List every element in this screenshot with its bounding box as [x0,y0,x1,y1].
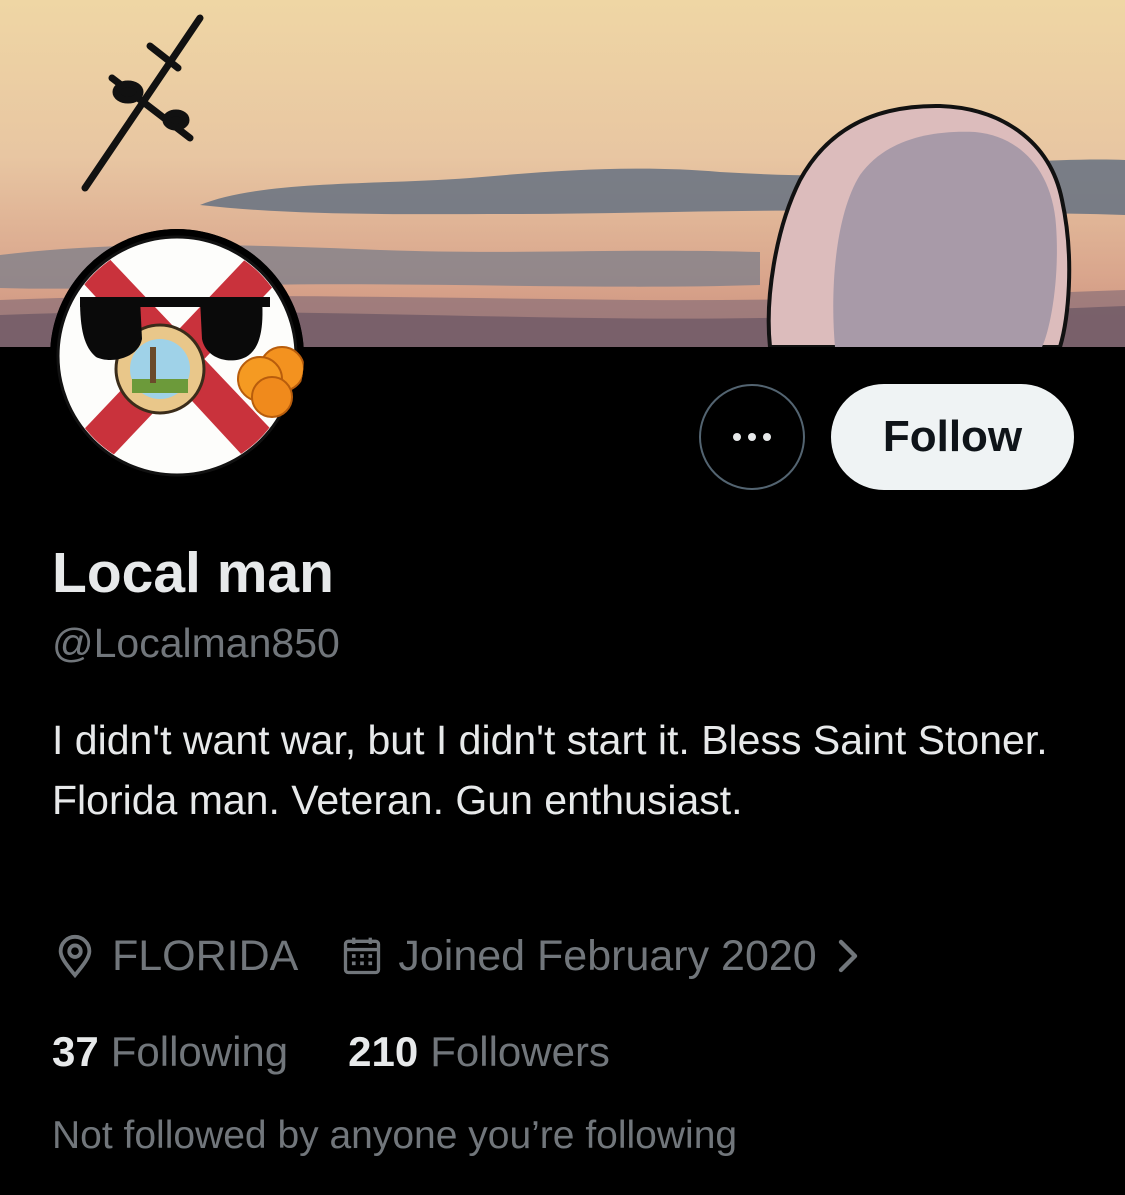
following-label: Following [110,1028,289,1075]
social-context-text: Not followed by anyone you’re following [52,1114,738,1157]
bio-line: Florida man. Veteran. Gun enthusiast. [52,777,743,823]
profile-meta-row: FLORIDA Joined February 2020 [52,925,861,987]
followers-link[interactable]: 210 Followers [348,1028,610,1076]
chevron-right-icon [835,936,861,976]
calendar-icon [340,933,384,979]
followers-count: 210 [348,1028,419,1075]
bio-line: I didn't want war, but I didn't start it… [52,717,1048,763]
follow-button[interactable]: Follow [831,384,1074,490]
ellipsis-icon [733,433,771,441]
profile-stats: 37 Following 210 Followers [52,1022,610,1082]
profile-bio: I didn't want war, but I didn't start it… [52,710,1062,830]
profile-join-date[interactable]: Joined February 2020 [340,932,860,981]
profile-handle: @Localman850 [52,620,340,666]
location-pin-icon [52,933,98,979]
profile-avatar[interactable] [50,229,304,483]
join-date-text: Joined February 2020 [398,931,817,980]
following-count: 37 [52,1028,99,1075]
following-link[interactable]: 37 Following [52,1028,288,1076]
location-text: FLORIDA [112,931,299,980]
followers-label: Followers [430,1028,610,1075]
profile-display-name: Local man [52,541,334,605]
profile-location: FLORIDA [52,932,298,981]
more-options-button[interactable] [699,384,805,490]
